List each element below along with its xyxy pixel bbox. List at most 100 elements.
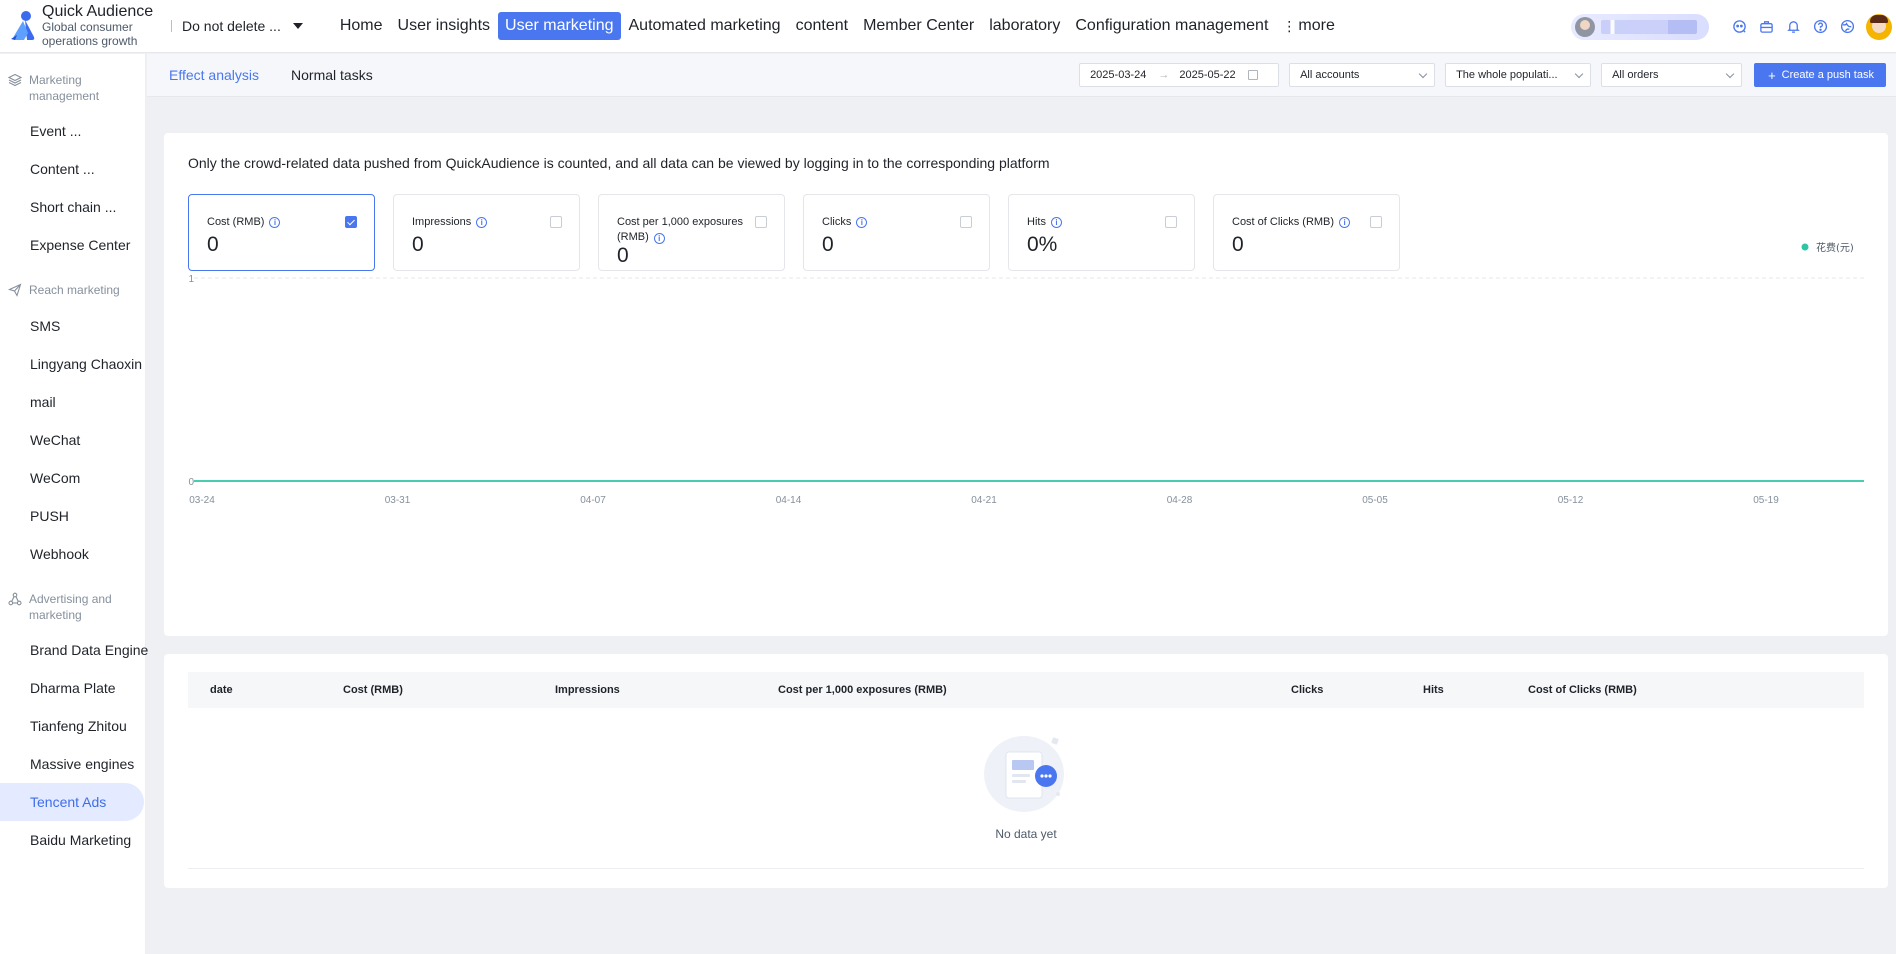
calendar-icon xyxy=(1247,70,1258,80)
user-mini-avatar xyxy=(1575,16,1595,37)
x-tick-label: 05-05 xyxy=(1362,495,1388,506)
trend-line-chart: 0 1 03-24 03-31 04-07 04-14 04-21 04-28 05-05 05-… xyxy=(188,241,1864,506)
x-tick-label: 04-21 xyxy=(971,495,997,506)
nav-user-marketing[interactable]: User marketing xyxy=(498,12,621,40)
sidebar-item-brand-data-engine[interactable]: Brand Data Engine xyxy=(0,631,148,669)
layers-icon xyxy=(8,73,22,87)
no-data-illustration-icon xyxy=(984,736,1064,812)
sidebar-item-short-chain[interactable]: Short chain ... xyxy=(0,188,145,226)
sidebar-item-dharma-plate[interactable]: Dharma Plate xyxy=(0,669,145,707)
sidebar-item-baidu-marketing[interactable]: Baidu Marketing xyxy=(0,821,145,859)
nav-more-label: more xyxy=(1298,17,1335,34)
accounts-select-value: All accounts xyxy=(1300,69,1360,81)
x-tick-label: 04-14 xyxy=(776,495,802,506)
chevron-down-icon xyxy=(1418,69,1428,78)
y-tick-label: 0 xyxy=(188,477,194,488)
user-info-pill[interactable] xyxy=(1571,13,1709,40)
create-push-task-label: Create a push task xyxy=(1781,69,1874,81)
nav-home[interactable]: Home xyxy=(333,12,390,40)
briefcase-icon[interactable] xyxy=(1758,19,1774,35)
nav-user-insights[interactable]: User insights xyxy=(391,12,497,40)
x-tick-label: 04-07 xyxy=(580,495,606,506)
more-vertical-icon: ⋮ xyxy=(1282,17,1296,34)
sidebar-item-massive-engines[interactable]: Massive engines xyxy=(0,745,145,783)
nav-member-center[interactable]: Member Center xyxy=(856,12,981,40)
orders-select[interactable]: All orders xyxy=(1601,63,1743,87)
brand-subtitle-line-2: operations growth xyxy=(42,34,138,49)
send-icon xyxy=(8,283,22,298)
globe-icon[interactable] xyxy=(1839,19,1855,35)
date-range-picker[interactable]: 2025-03-24 → 2025-05-22 xyxy=(1079,63,1280,87)
column-header-clicks: Clicks xyxy=(1291,684,1324,696)
main-nav: Home User insights User marketing Automa… xyxy=(333,0,1341,53)
sidebar-item-event[interactable]: Event ... xyxy=(0,112,145,150)
sidebar-item-wecom[interactable]: WeCom xyxy=(0,459,145,497)
column-header-cost-of-clicks: Cost of Clicks (RMB) xyxy=(1528,684,1637,696)
sidebar-group-label: Marketing management xyxy=(29,73,100,104)
date-start: 2025-03-24 xyxy=(1090,69,1147,81)
orders-select-value: All orders xyxy=(1612,69,1659,81)
user-avatar[interactable] xyxy=(1866,13,1892,40)
sidebar-item-expense-center[interactable]: Expense Center xyxy=(0,226,145,264)
column-header-impressions: Impressions xyxy=(555,684,620,696)
brand-name: Quick Audience xyxy=(42,3,154,20)
top-navigation-bar: Quick Audience Global consumer operation… xyxy=(0,0,1896,53)
nav-configuration-management[interactable]: Configuration management xyxy=(1068,12,1275,40)
workspace-selector[interactable]: Do not delete ... xyxy=(182,18,303,34)
redacted-user-name xyxy=(1601,19,1697,34)
population-select[interactable]: The whole populati... xyxy=(1445,63,1592,87)
y-tick-label: 1 xyxy=(188,274,194,285)
empty-state: No data yet xyxy=(164,732,1888,841)
chevron-down-icon xyxy=(1574,69,1584,78)
x-tick-label: 05-12 xyxy=(1558,495,1584,506)
sidebar-group-reach-marketing: Reach marketing xyxy=(0,264,145,306)
workspace-label: Do not delete ... xyxy=(182,18,281,34)
empty-state-text: No data yet xyxy=(995,827,1057,841)
sidebar-item-wechat[interactable]: WeChat xyxy=(0,421,145,459)
filter-bar: 2025-03-24 → 2025-05-22 All accounts The… xyxy=(1079,63,1886,87)
sidebar-group-label: Advertising and marketing xyxy=(29,591,112,622)
sidebar-group-marketing-management: Marketing management xyxy=(0,54,145,112)
sidebar-item-sms[interactable]: SMS xyxy=(0,307,145,345)
sidebar-item-tencent-ads[interactable]: Tencent Ads xyxy=(0,782,144,821)
sidebar: Marketing management Event ... Content .… xyxy=(0,54,148,954)
nav-content[interactable]: content xyxy=(789,12,855,40)
sidebar-item-mail[interactable]: mail xyxy=(0,383,145,421)
sidebar-item-content[interactable]: Content ... xyxy=(0,150,145,188)
tab-effect-analysis[interactable]: Effect analysis xyxy=(169,67,259,83)
effect-analysis-panel: Only the crowd-related data pushed from … xyxy=(164,133,1888,636)
x-tick-label: 04-28 xyxy=(1167,495,1193,506)
nav-laboratory[interactable]: laboratory xyxy=(982,12,1067,40)
sidebar-item-tianfeng-zhitou[interactable]: Tianfeng Zhitou xyxy=(0,707,145,745)
x-tick-label: 03-24 xyxy=(189,495,215,506)
sidebar-item-push[interactable]: PUSH xyxy=(0,497,145,535)
column-header-cost: Cost (RMB) xyxy=(343,684,403,696)
quick-audience-logo-icon xyxy=(11,11,35,40)
population-select-value: The whole populati... xyxy=(1456,69,1558,81)
sidebar-group-label: Reach marketing xyxy=(29,283,120,298)
nav-automated-marketing[interactable]: Automated marketing xyxy=(622,12,788,40)
plus-icon: + xyxy=(1768,67,1776,83)
column-header-date: date xyxy=(210,684,233,696)
brand-subtitle-line-1: Global consumer xyxy=(42,20,133,35)
sidebar-item-lingyang-chaoxin[interactable]: Lingyang Chaoxin xyxy=(0,345,145,383)
chevron-down-icon xyxy=(1725,69,1735,78)
sidebar-item-webhook[interactable]: Webhook xyxy=(0,535,145,573)
bell-icon[interactable] xyxy=(1785,19,1801,35)
column-header-cpm: Cost per 1,000 exposures (RMB) xyxy=(778,684,947,696)
help-icon[interactable] xyxy=(1812,19,1828,35)
accounts-select[interactable]: All accounts xyxy=(1289,63,1436,87)
date-end: 2025-05-22 xyxy=(1179,69,1236,81)
divider xyxy=(188,868,1864,869)
caret-down-icon xyxy=(292,23,303,29)
nav-more-button[interactable]: ⋮ more xyxy=(1276,12,1340,40)
create-push-task-button[interactable]: + Create a push task xyxy=(1754,63,1886,87)
table-header: date Cost (RMB) Impressions Cost per 1,0… xyxy=(188,672,1864,708)
legend-marker xyxy=(1801,243,1809,251)
divider xyxy=(171,20,172,32)
sidebar-group-advertising-marketing: Advertising and marketing xyxy=(0,573,145,631)
robot-icon[interactable] xyxy=(1731,19,1747,35)
tab-normal-tasks[interactable]: Normal tasks xyxy=(291,67,373,83)
data-table-panel: date Cost (RMB) Impressions Cost per 1,0… xyxy=(164,654,1888,888)
brand[interactable]: Quick Audience Global consumer operation… xyxy=(0,3,165,49)
